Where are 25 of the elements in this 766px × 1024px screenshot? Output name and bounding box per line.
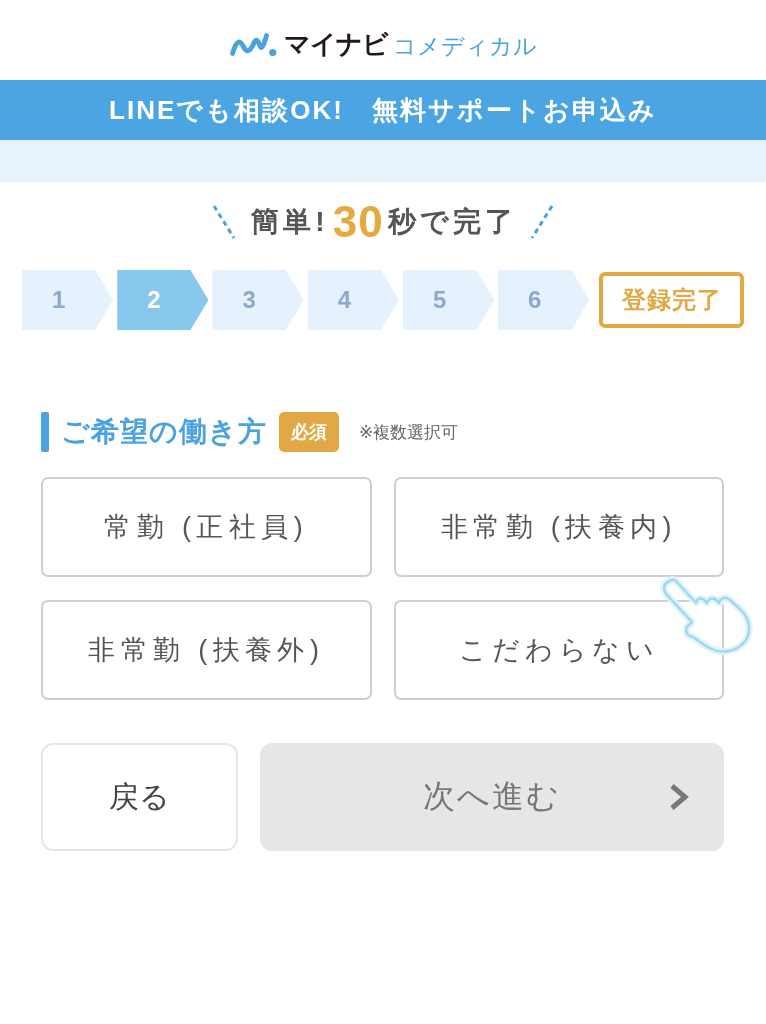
logo-service-text: コメディカル: [393, 31, 537, 61]
finish-step: 登録完了: [599, 272, 744, 328]
back-button[interactable]: 戻る: [41, 743, 238, 851]
progress-step: 1: [22, 270, 114, 330]
headline-text: 簡単!: [251, 205, 329, 239]
heading-accent-bar: [41, 412, 49, 452]
headline-text: 秒で完了: [387, 205, 517, 239]
wave-logo-icon: [229, 31, 279, 57]
logo-brand-text: マイナビ: [284, 27, 388, 61]
progress-step: 4: [307, 270, 399, 330]
progress-step: 5: [402, 270, 495, 330]
headline-number: 30: [332, 197, 384, 247]
dashed-slash-icon: [528, 204, 555, 240]
question-title: ご希望の働き方: [61, 415, 267, 449]
dashed-slash-icon: [211, 204, 238, 240]
option-button[interactable]: こだわらない: [393, 600, 724, 700]
option-button[interactable]: 常勤 (正社員): [41, 477, 372, 577]
required-badge: 必須: [279, 412, 339, 452]
option-button[interactable]: 非常勤 (扶養外): [41, 600, 372, 700]
progress-step: 3: [212, 270, 304, 330]
progress-step: 2: [117, 270, 209, 330]
chevron-right-icon: [668, 783, 690, 811]
question-note: ※複数選択可: [359, 421, 459, 444]
progress-step: 6: [498, 270, 590, 330]
option-button[interactable]: 非常勤 (扶養内): [393, 477, 724, 577]
